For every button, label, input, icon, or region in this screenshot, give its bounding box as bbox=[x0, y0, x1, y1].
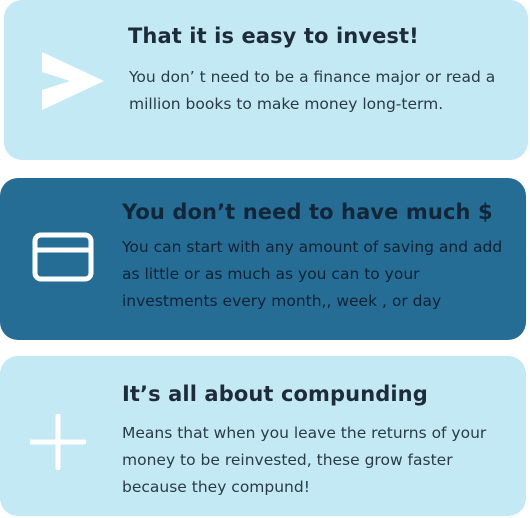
info-card-easy-to-invest: That it is easy to invest! You don’ t ne… bbox=[4, 0, 528, 160]
card-description: You don’ t need to be a finance major or… bbox=[129, 68, 496, 113]
plus-icon bbox=[30, 414, 86, 470]
card-description: Means that when you leave the returns of… bbox=[122, 424, 487, 496]
card-description: You can start with any amount of saving … bbox=[122, 238, 503, 310]
info-card-dont-need-much: You don’t need to have much $ You can st… bbox=[0, 178, 526, 340]
credit-card-icon bbox=[32, 232, 94, 282]
send-arrow-icon bbox=[42, 52, 104, 110]
card-title: You don’t need to have much $ bbox=[122, 200, 493, 224]
card-title: It’s all about compunding bbox=[122, 382, 428, 406]
info-card-compounding: It’s all about compunding Means that whe… bbox=[0, 356, 526, 516]
card-title: That it is easy to invest! bbox=[128, 24, 419, 48]
